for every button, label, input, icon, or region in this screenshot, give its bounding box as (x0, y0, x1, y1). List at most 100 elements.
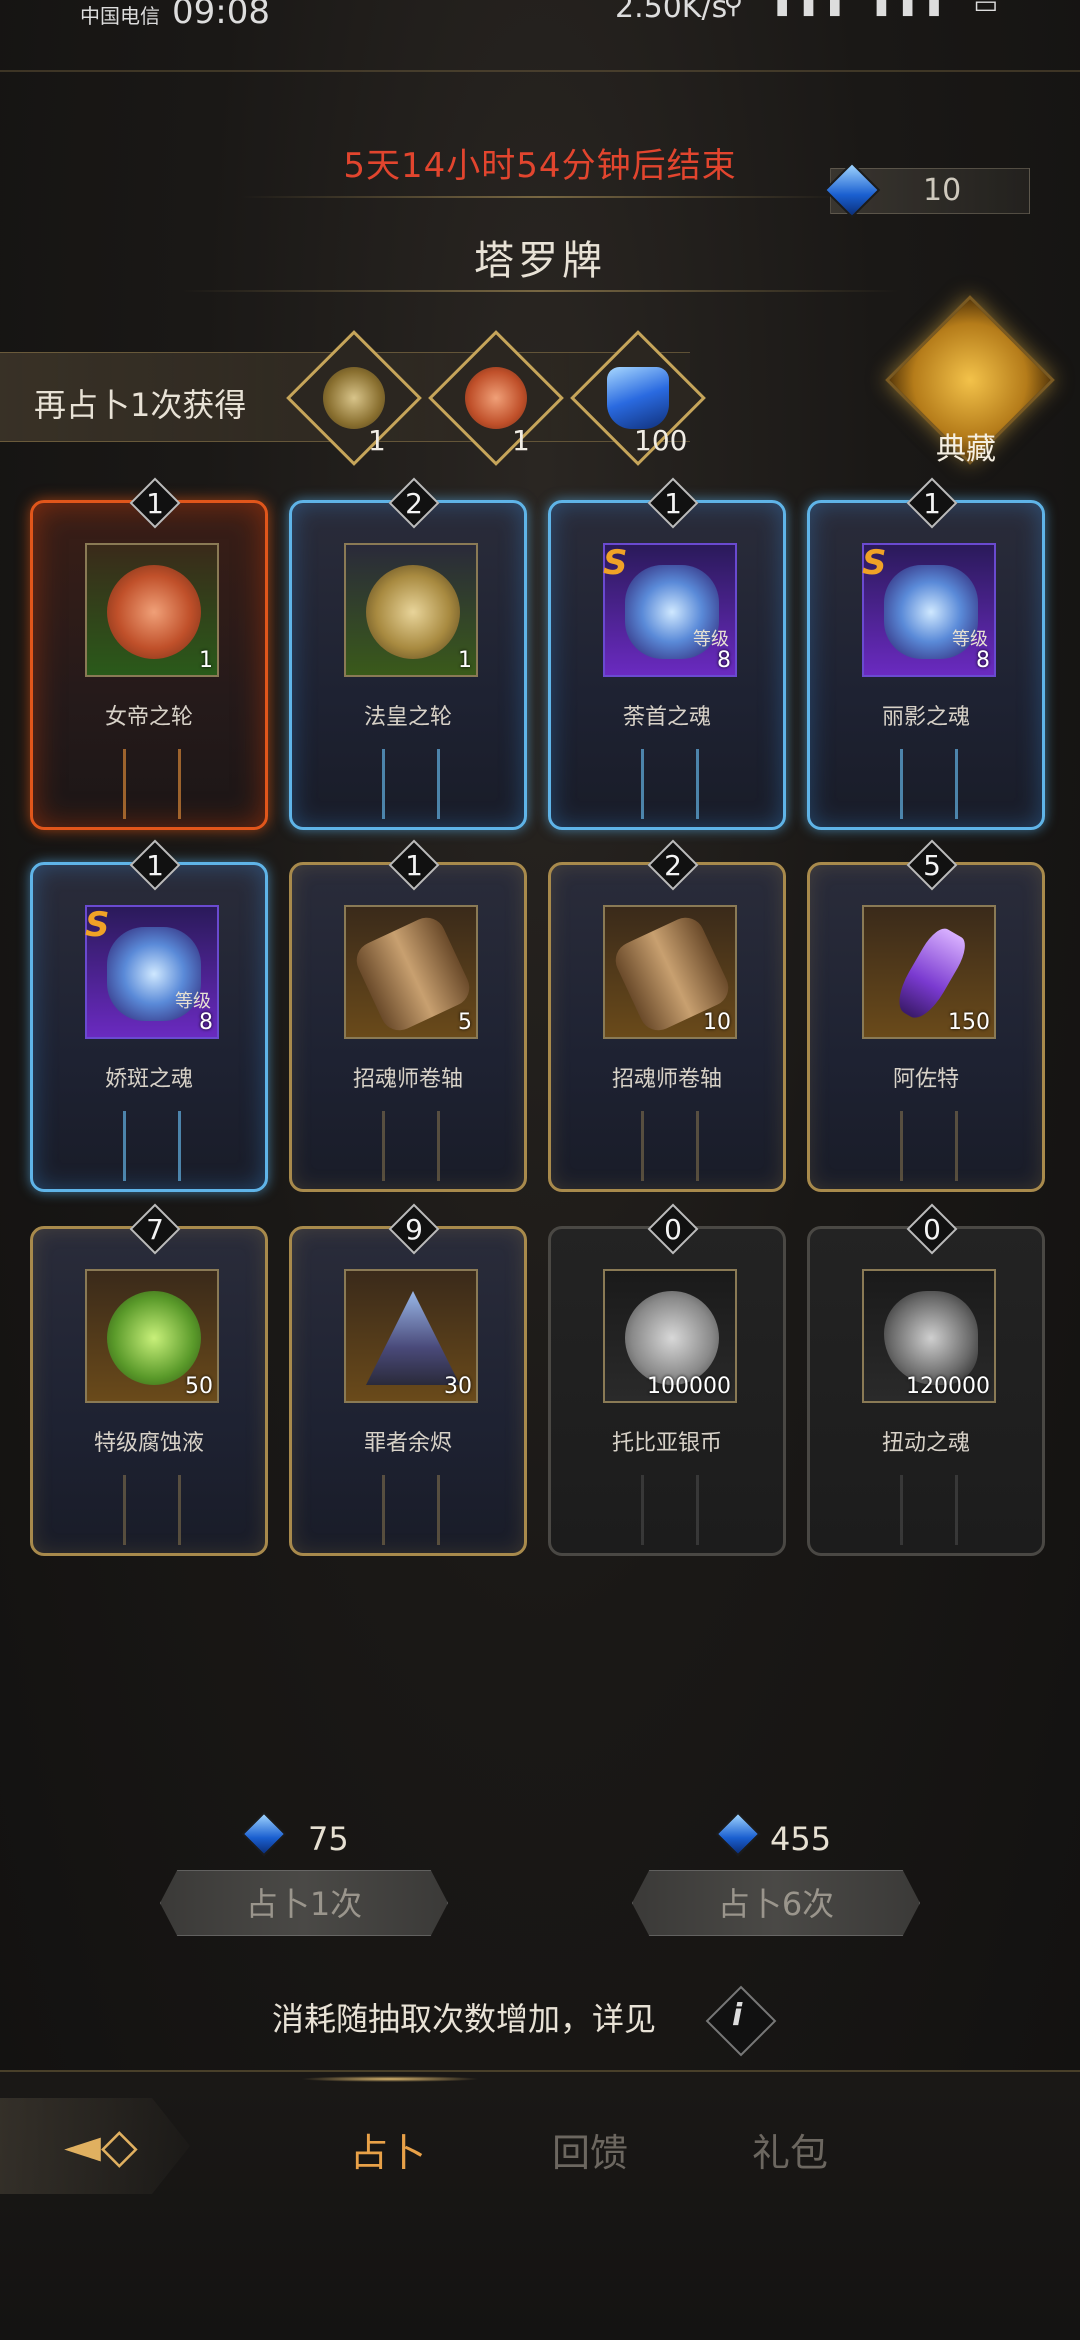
red-wheel-icon (107, 565, 201, 659)
tarot-card[interactable]: 0 100000 托比亚银币 (548, 1203, 786, 1556)
item-quantity: 150 (948, 1010, 990, 1035)
s-rank-icon: S (85, 905, 110, 945)
tarot-card[interactable]: 1 1 女帝之轮 (30, 477, 268, 830)
card-badge-count: 1 (923, 487, 941, 520)
card-item-name: 招魂师卷轴 (611, 1067, 722, 1092)
reward-count-2: 1 (512, 424, 530, 457)
divine-once-button[interactable]: 占卜1次 (160, 1870, 448, 1936)
item-quantity: 8 (976, 648, 990, 673)
card-badge-count: 1 (405, 849, 423, 882)
potion-icon (107, 1291, 201, 1385)
card-item-frame: 5 (344, 905, 478, 1039)
card-emblem-decoration (123, 1111, 181, 1181)
status-icons: ⚲ ▮▮▮ ▮▮▮ ▭ (723, 0, 1010, 20)
red-wheel-icon (465, 367, 527, 429)
card-badge-count: 7 (146, 1213, 164, 1246)
item-quantity: 5 (458, 1010, 472, 1035)
tarot-card[interactable]: 5 150 阿佐特 (807, 839, 1045, 1192)
card-emblem-decoration (123, 1475, 181, 1545)
item-quantity: 30 (444, 1374, 472, 1399)
gem-icon-cost-six (715, 1811, 761, 1857)
smoke-icon (884, 1291, 978, 1385)
card-item-frame: 150 (862, 905, 996, 1039)
card-badge-count: 5 (923, 849, 941, 882)
carrier-label: 中国电信 (80, 4, 160, 28)
cost-info-text: 消耗随抽取次数增加，详见 (272, 2000, 657, 2038)
tab-rewards[interactable]: 回馈 (552, 2122, 628, 2177)
item-quantity: 1 (199, 648, 213, 673)
card-item-name: 托比亚银币 (611, 1431, 722, 1456)
scroll-icon (350, 911, 476, 1037)
reward-count-1: 1 (368, 424, 386, 457)
divine-six-button[interactable]: 占卜6次 (632, 1870, 920, 1936)
item-quantity: 10 (703, 1010, 731, 1035)
gem-currency-value: 10 (923, 173, 962, 208)
s-rank-icon: S (862, 543, 887, 583)
card-emblem-decoration (382, 749, 440, 819)
card-item-name: 荼首之魂 (622, 705, 711, 730)
card-badge-count: 2 (664, 849, 682, 882)
reward-item-gold-wheel[interactable] (286, 330, 422, 466)
tab-divination[interactable]: 占卜 (350, 2122, 426, 2177)
card-item-frame: 30 (344, 1269, 478, 1403)
s-rank-icon: S (603, 543, 628, 583)
item-quantity: 120000 (906, 1374, 990, 1399)
active-tab-indicator (300, 2076, 480, 2082)
card-badge-count: 9 (405, 1213, 423, 1246)
card-badge-count: 1 (146, 849, 164, 882)
item-quantity: 1 (458, 648, 472, 673)
reward-preview-label: 再占卜1次获得 (34, 386, 247, 424)
card-item-name: 阿佐特 (892, 1067, 959, 1092)
card-item-name: 丽影之魂 (881, 705, 970, 730)
card-emblem-decoration (382, 1111, 440, 1181)
tarot-card[interactable]: 2 10 招魂师卷轴 (548, 839, 786, 1192)
bottom-nav (0, 2070, 1080, 2340)
tarot-card[interactable]: 9 30 罪者余烬 (289, 1203, 527, 1556)
card-item-frame: 100000 (603, 1269, 737, 1403)
item-quantity: 50 (185, 1374, 213, 1399)
page-title: 塔罗牌 (474, 238, 606, 284)
tarot-card[interactable]: 2 1 法皇之轮 (289, 477, 527, 830)
reward-count-3: 100 (634, 424, 688, 457)
tarot-card[interactable]: 1 5 招魂师卷轴 (289, 839, 527, 1192)
card-emblem-decoration (641, 1111, 699, 1181)
reward-item-red-wheel[interactable] (428, 330, 564, 466)
item-quantity: 100000 (647, 1374, 731, 1399)
status-bar: 中国电信 09:08 2.50K/s ⚲ ▮▮▮ ▮▮▮ ▭ (0, 0, 1080, 32)
card-badge-count: 1 (146, 487, 164, 520)
card-emblem-decoration (900, 749, 958, 819)
item-quantity: 8 (199, 1010, 213, 1035)
back-arrow-icon: ◄◇ (64, 2118, 138, 2174)
tarot-card[interactable]: 0 120000 扭动之魂 (807, 1203, 1045, 1556)
tarot-card[interactable]: 1 等级 8 S 娇斑之魂 (30, 839, 268, 1192)
title-divider-top (240, 196, 840, 198)
tarot-card[interactable]: 1 等级 8 S 丽影之魂 (807, 477, 1045, 830)
card-item-frame: 120000 (862, 1269, 996, 1403)
cost-single: 75 (308, 1820, 349, 1858)
card-item-frame: 1 (85, 543, 219, 677)
card-emblem-decoration (123, 749, 181, 819)
tab-gift-pack[interactable]: 礼包 (752, 2122, 828, 2177)
card-emblem-decoration (641, 749, 699, 819)
card-item-frame: 50 (85, 1269, 219, 1403)
card-badge-count: 1 (664, 487, 682, 520)
card-emblem-decoration (900, 1475, 958, 1545)
gold-wheel-icon (323, 367, 385, 429)
card-emblem-decoration (900, 1111, 958, 1181)
silver-coin-icon (625, 1291, 719, 1385)
tarot-card[interactable]: 1 等级 8 S 荼首之魂 (548, 477, 786, 830)
item-quantity: 8 (717, 648, 731, 673)
card-item-name: 罪者余烬 (363, 1431, 452, 1456)
card-item-frame: 1 (344, 543, 478, 677)
collection-label[interactable]: 典藏 (936, 424, 996, 468)
gem-icon-cost-single (241, 1811, 287, 1857)
card-item-name: 女帝之轮 (104, 705, 193, 730)
info-icon: i (732, 1998, 743, 2033)
tarot-card[interactable]: 7 50 特级腐蚀液 (30, 1203, 268, 1556)
ember-icon (366, 1291, 460, 1385)
title-divider-bottom (180, 290, 900, 292)
card-emblem-decoration (382, 1475, 440, 1545)
cost-six: 455 (770, 1820, 832, 1858)
gold-wheel-icon (366, 565, 460, 659)
card-item-frame: 10 (603, 905, 737, 1039)
